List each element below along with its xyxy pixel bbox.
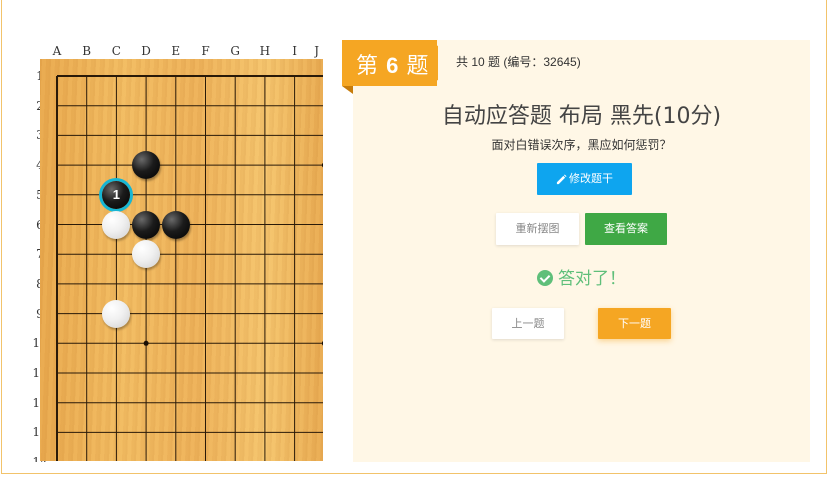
- white-stone: [102, 299, 131, 328]
- redraw-button[interactable]: 重新摆图: [496, 213, 579, 245]
- star-point: [321, 162, 323, 168]
- edit-problem-button[interactable]: 修改题干: [537, 163, 632, 195]
- check-circle-icon: [537, 270, 553, 286]
- ribbon-prefix: 第: [356, 53, 380, 78]
- black-stone: 1: [102, 180, 131, 209]
- black-stone: [161, 210, 190, 239]
- problem-question: 面对白错误次序，黑应如何惩罚？: [491, 138, 672, 152]
- star-point: [143, 340, 149, 346]
- column-label: D: [141, 44, 151, 58]
- column-label: G: [230, 44, 240, 58]
- column-label: C: [111, 44, 121, 58]
- edit-problem-label: 修改题干: [569, 172, 613, 185]
- star-point: [321, 341, 323, 346]
- column-label: E: [171, 44, 181, 58]
- white-stone: [102, 210, 131, 239]
- board-grid: [56, 75, 323, 461]
- black-stone: [132, 151, 161, 180]
- next-problem-button[interactable]: 下一题: [598, 308, 671, 339]
- problem-number: 6: [386, 53, 400, 78]
- pencil-icon: [556, 173, 567, 184]
- result-message: 答对了！: [353, 264, 810, 289]
- move-number: 1: [112, 186, 120, 202]
- column-label: I: [292, 44, 297, 58]
- go-board[interactable]: 1: [40, 59, 323, 461]
- column-label: H: [259, 44, 271, 58]
- problem-meta: 共 10 题 (编号：32645): [456, 55, 581, 69]
- previous-problem-button[interactable]: 上一题: [492, 308, 564, 339]
- ribbon-tail: [426, 40, 438, 86]
- column-label: J: [314, 44, 320, 58]
- problem-number-ribbon: 第 6 题: [342, 40, 438, 86]
- result-text: 答对了！: [558, 269, 626, 289]
- column-label: B: [82, 44, 92, 58]
- problem-title: 自动应答题 布局 黑先(10分): [441, 104, 722, 129]
- column-label: F: [201, 44, 210, 58]
- black-stone: [132, 210, 161, 239]
- ribbon-fold: [342, 86, 353, 94]
- problem-panel: 第 6 题 共 10 题 (编号：32645) 自动应答题 布局 黑先(10分)…: [342, 40, 810, 462]
- column-label: A: [52, 44, 62, 58]
- view-answer-button[interactable]: 查看答案: [585, 213, 667, 245]
